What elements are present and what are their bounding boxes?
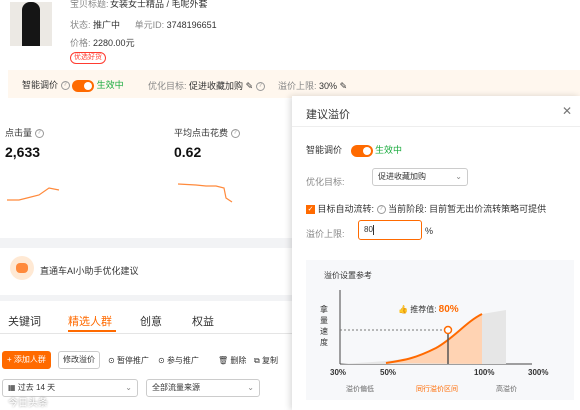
recommend-value: 👍 推荐值: 80%: [398, 304, 459, 315]
reference-title: 溢价设置参考: [324, 271, 372, 280]
product-title-prefix: 宝贝标题:: [70, 0, 109, 9]
close-icon[interactable]: ✕: [562, 104, 572, 118]
modal-cap-label: 溢价上限:: [306, 229, 345, 239]
thumbs-up-icon: 👍: [398, 305, 408, 314]
tab-active-underline: [68, 330, 116, 332]
x-tick: 100%: [474, 368, 495, 377]
copy-icon: ⧉: [254, 356, 260, 365]
watermark: 今日头条: [8, 398, 48, 409]
chevron-down-icon: ⌄: [247, 383, 254, 392]
add-crowd-button[interactable]: + 添加人群: [2, 351, 51, 369]
cap-unit: %: [425, 226, 434, 236]
auto-flow-checkbox[interactable]: ✓: [306, 205, 315, 215]
tab-creative[interactable]: 创意: [140, 313, 162, 329]
sparkline-clicks: [7, 187, 60, 201]
goal-setting: 优化目标: 促进收藏加购 ✎ ?: [148, 79, 265, 92]
x-tick: 30%: [330, 368, 347, 377]
traffic-select[interactable]: 全部流量来源 ⌄: [146, 379, 260, 397]
product-status: 状态: 推广中 单元ID: 3748196651: [70, 20, 217, 30]
tab-keywords[interactable]: 关键词: [8, 313, 41, 329]
product-tag: 优选好货: [70, 52, 106, 64]
modify-bid-button[interactable]: 修改溢价: [58, 351, 100, 369]
bid-reference-panel: 溢价设置参考 拿量速度 👍 推荐值: 80% 30% 50% 100% 300%…: [306, 260, 574, 400]
y-axis-label: 拿量速度: [320, 305, 328, 347]
suggest-bid-modal: 建议溢价 ✕ 智能调价 生效中 优化目标: 促进收藏加购 ⌄ ✓ 目标自动流转: …: [292, 96, 580, 410]
chevron-down-icon: ⌄: [455, 172, 462, 181]
cap-input[interactable]: 80: [358, 220, 422, 240]
product-image[interactable]: [10, 2, 52, 46]
modal-goal-label: 优化目标:: [306, 177, 345, 187]
modal-smart-bid: 智能调价 生效中: [306, 144, 403, 157]
product-title[interactable]: 女装女士精品 / 毛呢外套: [110, 0, 208, 10]
metric-label-clicks: 点击量 ?: [5, 126, 44, 139]
metric-value-clicks: 2,633: [5, 144, 41, 160]
help-icon[interactable]: ?: [34, 129, 44, 139]
help-icon[interactable]: ?: [60, 81, 70, 91]
modal-goal-select[interactable]: 促进收藏加购 ⌄: [372, 168, 468, 186]
chevron-down-icon: ⌄: [125, 383, 132, 392]
cap-setting: 溢价上限: 30% ✎: [278, 81, 348, 91]
ai-assistant-banner[interactable]: 直通车AI小助手优化建议: [0, 250, 292, 290]
smart-bid-toggle[interactable]: [72, 79, 95, 92]
legend-high: 高溢价: [496, 386, 517, 393]
metric-label-cpc: 平均点击花费 ?: [174, 126, 240, 139]
help-icon[interactable]: ?: [255, 82, 265, 92]
help-icon[interactable]: ?: [376, 205, 386, 215]
trash-icon: 🗑: [218, 356, 229, 365]
edit-icon[interactable]: ✎: [246, 81, 254, 91]
play-icon: ⊙: [158, 356, 165, 365]
modal-header-divider: [292, 126, 580, 127]
x-tick: 300%: [528, 368, 549, 377]
bid-curve-chart: [339, 290, 532, 365]
pause-icon: ⊙: [108, 356, 115, 365]
robot-icon: [10, 256, 34, 280]
section-divider: [0, 238, 292, 248]
join-button[interactable]: ⊙ 参与推广: [158, 355, 199, 366]
calendar-icon: ▦: [8, 383, 16, 392]
copy-button[interactable]: ⧉ 复制: [254, 355, 278, 366]
metric-value-cpc: 0.62: [174, 144, 202, 160]
tab-rights[interactable]: 权益: [192, 313, 214, 329]
smart-bid-setting: 智能调价 ? 生效中: [22, 79, 124, 92]
modal-title: 建议溢价: [306, 109, 350, 121]
sparkline-cpc: [177, 183, 233, 203]
x-tick: 50%: [380, 368, 397, 377]
ai-banner-text: 直通车AI小助手优化建议: [40, 266, 139, 276]
modal-smart-bid-toggle[interactable]: [350, 144, 373, 157]
legend-peer-range: 同行溢价区间: [416, 386, 458, 393]
edit-icon[interactable]: ✎: [340, 81, 348, 91]
tab-crowds[interactable]: 精选人群: [68, 313, 112, 329]
tab-bar-divider: [0, 333, 292, 334]
legend-low: 溢价偏低: [346, 386, 374, 393]
pause-button[interactable]: ⊙ 暂停推广: [108, 355, 149, 366]
help-icon[interactable]: ?: [230, 129, 240, 139]
section-divider: [0, 295, 292, 301]
product-price: 价格: 2280.00元: [70, 38, 135, 48]
delete-button[interactable]: 🗑 删除: [218, 355, 246, 366]
auto-flow-row: ✓ 目标自动流转: ? 当前阶段: 目前暂无出价流转策略可提供: [306, 204, 547, 215]
